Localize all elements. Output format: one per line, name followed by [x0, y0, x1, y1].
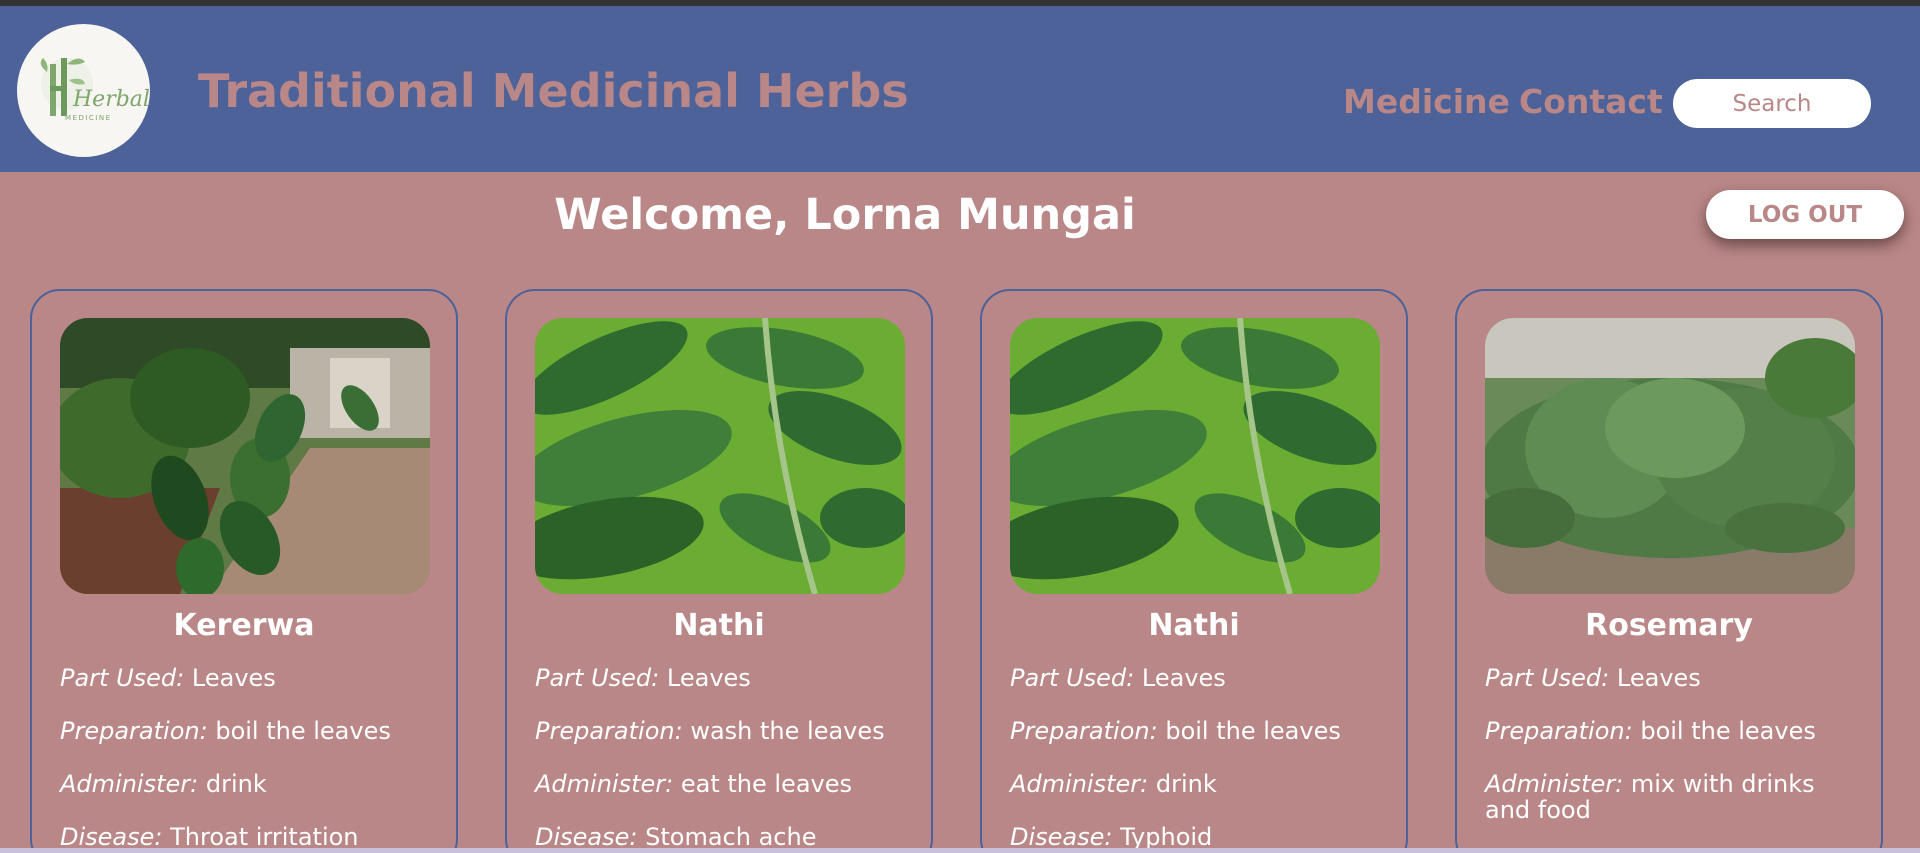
preparation-label: Preparation: — [60, 717, 208, 745]
part-used-value: Leaves — [666, 664, 751, 692]
preparation-label: Preparation: — [1010, 717, 1158, 745]
svg-text:MEDICINE: MEDICINE — [65, 114, 112, 122]
herb-name: Rosemary — [1585, 608, 1753, 643]
herbal-medicine-logo[interactable]: Herbal MEDICINE — [17, 24, 150, 157]
preparation-value: wash the leaves — [690, 717, 885, 745]
herb-administer: Administer: eat the leaves — [535, 771, 915, 797]
herb-preparation: Preparation: boil the leaves — [1010, 718, 1390, 744]
herb-disease: Disease: Stomach ache — [535, 824, 915, 850]
logout-button[interactable]: LOG OUT — [1706, 190, 1904, 239]
administer-label: Administer: — [535, 770, 674, 798]
site-title: Traditional Medicinal Herbs — [198, 64, 909, 118]
herb-preparation: Preparation: boil the leaves — [1485, 718, 1865, 744]
herb-name: Kererwa — [173, 608, 315, 643]
herb-image-leaves — [535, 318, 905, 594]
administer-label: Administer: — [1485, 770, 1624, 798]
administer-label: Administer: — [60, 770, 199, 798]
herb-image-leaves — [1010, 318, 1380, 594]
herb-preparation: Preparation: wash the leaves — [535, 718, 915, 744]
herb-name: Nathi — [673, 608, 765, 643]
disease-value: Typhoid — [1120, 823, 1213, 851]
herb-image-rosemary — [1485, 318, 1855, 594]
herb-card: Kererwa Part Used: Leaves Preparation: b… — [30, 289, 458, 853]
herb-part-used: Part Used: Leaves — [60, 665, 440, 691]
part-used-value: Leaves — [191, 664, 276, 692]
bamboo-logo-icon: Herbal MEDICINE — [19, 26, 150, 154]
herb-image-garden — [60, 318, 430, 594]
administer-value: drink — [205, 770, 267, 798]
disease-value: Stomach ache — [645, 823, 817, 851]
herb-administer: Administer: drink — [1010, 771, 1390, 797]
administer-label: Administer: — [1010, 770, 1149, 798]
welcome-heading: Welcome, Lorna Mungai — [554, 190, 1136, 240]
preparation-value: boil the leaves — [1640, 717, 1816, 745]
herb-photo — [535, 318, 905, 594]
herb-administer: Administer: mix with drinks and food — [1485, 771, 1865, 823]
search-input[interactable] — [1673, 79, 1871, 128]
nav-link-contact[interactable]: Contact — [1519, 82, 1663, 121]
part-used-label: Part Used: — [60, 664, 185, 692]
herb-photo — [1010, 318, 1380, 594]
herb-photo — [1485, 318, 1855, 594]
herb-part-used: Part Used: Leaves — [1010, 665, 1390, 691]
herb-card: Nathi Part Used: Leaves Preparation: was… — [505, 289, 933, 853]
preparation-value: boil the leaves — [215, 717, 391, 745]
preparation-label: Preparation: — [1485, 717, 1633, 745]
part-used-value: Leaves — [1616, 664, 1701, 692]
herb-card: Nathi Part Used: Leaves Preparation: boi… — [980, 289, 1408, 853]
herb-photo — [60, 318, 430, 594]
part-used-label: Part Used: — [535, 664, 660, 692]
nav-link-medicine[interactable]: Medicine — [1343, 82, 1510, 121]
disease-value: Throat irritation — [170, 823, 359, 851]
disease-label: Disease: — [60, 823, 163, 851]
herb-disease: Disease: Throat irritation — [60, 824, 440, 850]
herb-name: Nathi — [1148, 608, 1240, 643]
herb-disease: Disease: Typhoid — [1010, 824, 1390, 850]
svg-text:Herbal: Herbal — [72, 87, 150, 112]
preparation-value: boil the leaves — [1165, 717, 1341, 745]
herb-card: Rosemary Part Used: Leaves Preparation: … — [1455, 289, 1883, 853]
herb-part-used: Part Used: Leaves — [535, 665, 915, 691]
herb-preparation: Preparation: boil the leaves — [60, 718, 440, 744]
administer-value: eat the leaves — [680, 770, 852, 798]
window-bottom-strip — [0, 848, 1920, 853]
disease-label: Disease: — [1010, 823, 1113, 851]
part-used-value: Leaves — [1141, 664, 1226, 692]
herb-administer: Administer: drink — [60, 771, 440, 797]
site-header: Herbal MEDICINE Traditional Medicinal He… — [0, 6, 1920, 172]
administer-value: drink — [1155, 770, 1217, 798]
part-used-label: Part Used: — [1010, 664, 1135, 692]
disease-label: Disease: — [535, 823, 638, 851]
herb-part-used: Part Used: Leaves — [1485, 665, 1865, 691]
preparation-label: Preparation: — [535, 717, 683, 745]
part-used-label: Part Used: — [1485, 664, 1610, 692]
